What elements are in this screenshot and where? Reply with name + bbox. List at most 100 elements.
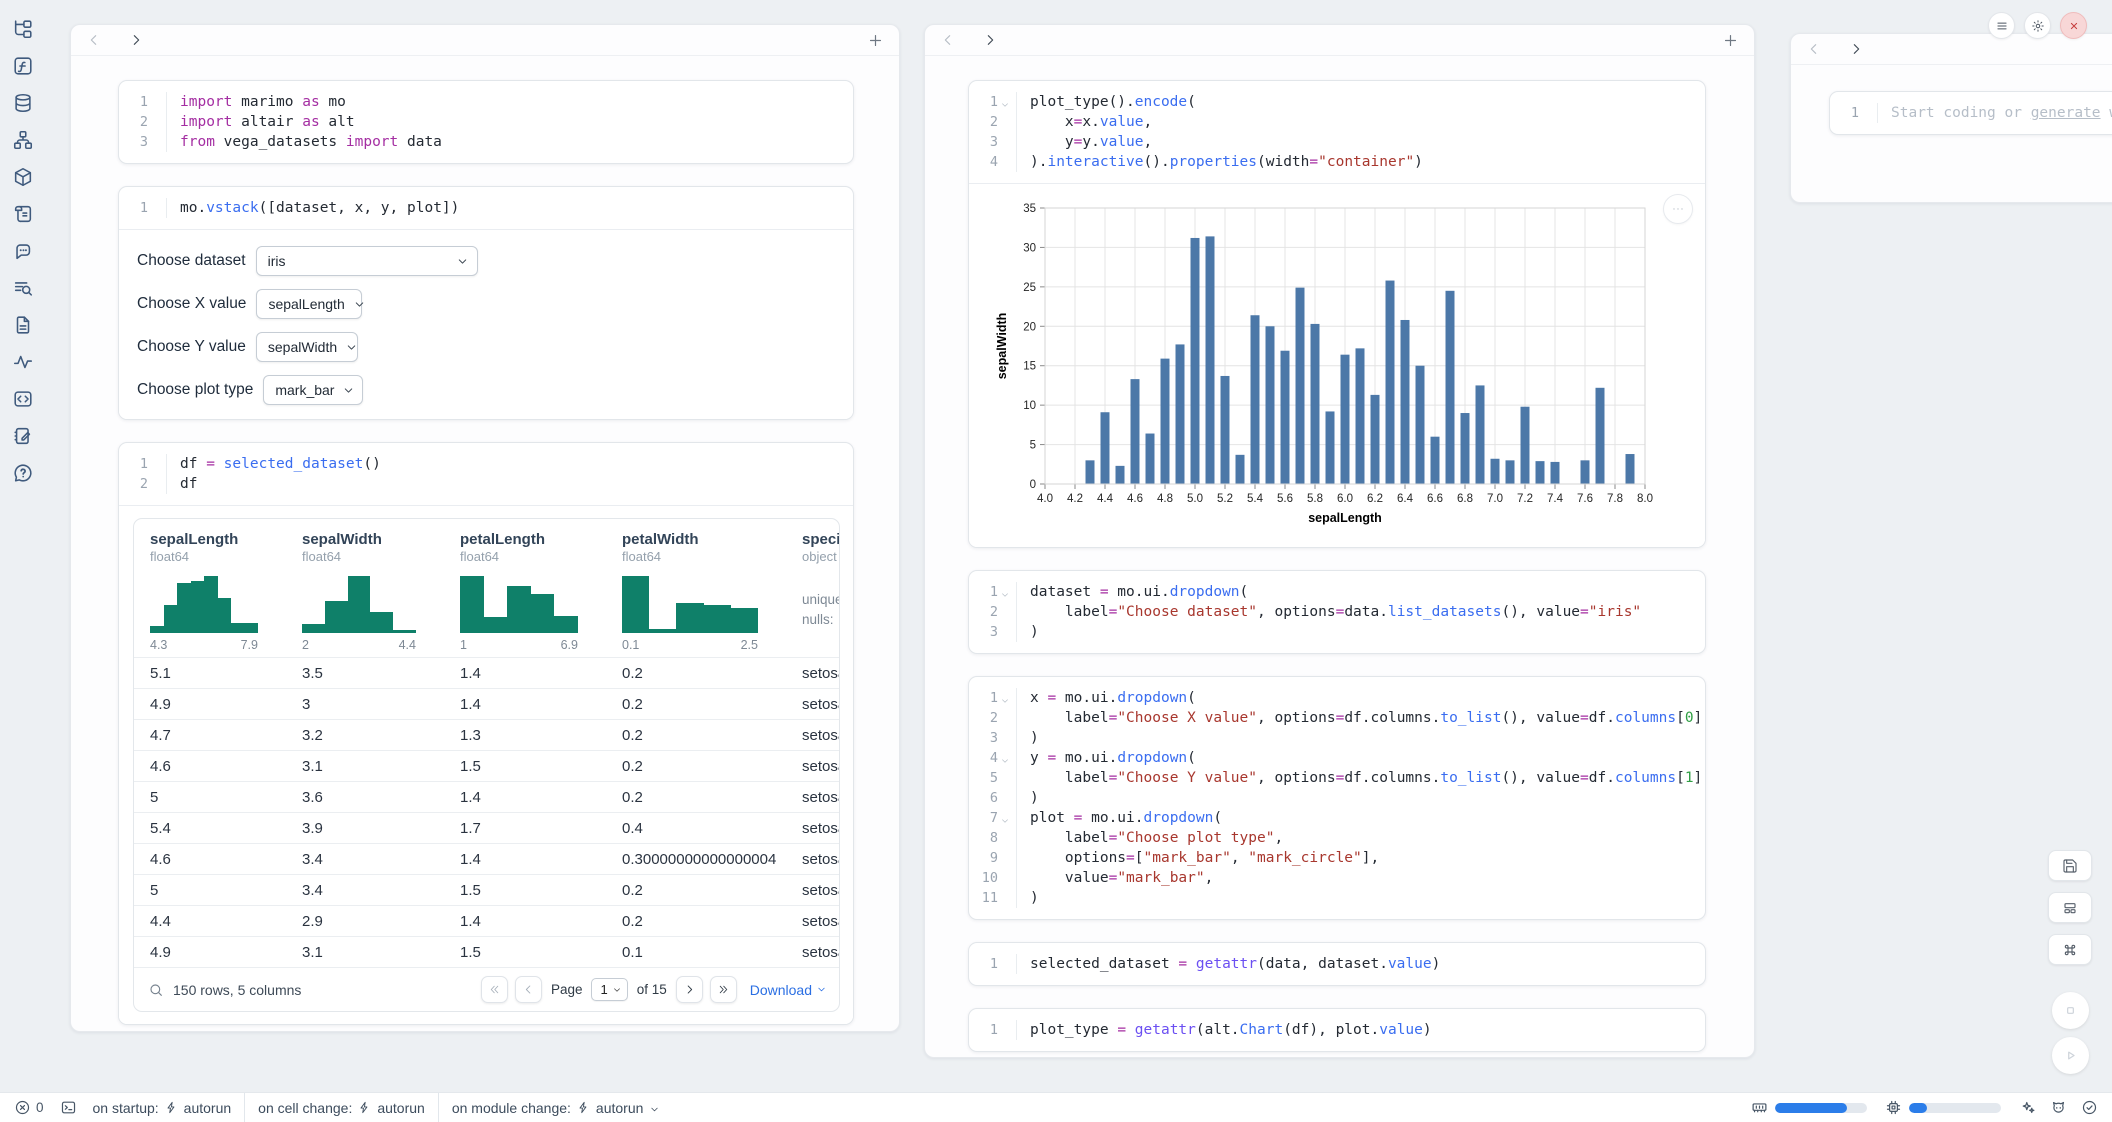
dependency-graph-icon[interactable] <box>12 129 34 151</box>
download-button[interactable]: Download <box>750 982 827 998</box>
table-column-header[interactable]: speciesobjectunique:nulls: <box>786 531 840 657</box>
table-row[interactable]: 4.93.11.50.1setosa <box>134 936 840 967</box>
add-cell-icon[interactable] <box>867 32 884 49</box>
run-config-startup[interactable]: on startup:autorun <box>93 1100 232 1116</box>
search-icon[interactable] <box>148 982 164 998</box>
errors-indicator[interactable]: 0 <box>14 1099 44 1116</box>
table-container: sepalLengthfloat644.37.9sepalWidthfloat6… <box>119 506 853 1024</box>
fold-chevron-icon[interactable] <box>1000 587 1010 597</box>
table-column-header[interactable]: sepalWidthfloat6424.4 <box>286 531 444 657</box>
previous-page-button[interactable] <box>515 976 542 1003</box>
chevron-right-icon[interactable] <box>982 32 998 48</box>
code-editor[interactable]: 1x = mo.ui.dropdown(2 label="Choose X va… <box>969 677 1705 919</box>
column-min-max: 24.4 <box>302 638 416 657</box>
chat-bot-icon[interactable] <box>12 240 34 262</box>
histogram-bar <box>622 576 649 633</box>
line-number: 11 <box>969 888 1017 908</box>
generate-link[interactable]: generate <box>2031 105 2101 121</box>
code-token: x <box>1030 114 1074 130</box>
save-icon[interactable] <box>2048 850 2092 881</box>
command-palette-icon[interactable] <box>2048 934 2092 965</box>
code-editor[interactable]: 1df = selected_dataset()2df <box>119 443 853 505</box>
run-config-module-change[interactable]: on module change:autorun <box>452 1100 661 1116</box>
table-row[interactable]: 4.73.21.30.2setosa <box>134 719 840 750</box>
cell-imports: 1import marimo as mo2import altair as al… <box>118 80 854 164</box>
next-page-button[interactable] <box>676 976 703 1003</box>
logs-scroll-icon[interactable] <box>12 203 34 225</box>
code-text: df = selected_dataset() <box>167 454 381 474</box>
table-row[interactable]: 5.13.51.40.2setosa <box>134 657 840 688</box>
y-value-select[interactable]: sepalWidth <box>256 332 358 362</box>
line-number: 8 <box>969 828 1017 848</box>
table-column-header[interactable]: petalLengthfloat6416.9 <box>444 531 606 657</box>
fold-chevron-icon[interactable] <box>1000 97 1010 107</box>
sepal-bar-chart[interactable]: 4.04.24.44.64.85.05.25.45.65.86.06.26.46… <box>993 198 1705 533</box>
code-editor[interactable]: 1selected_dataset = getattr(data, datase… <box>969 943 1705 985</box>
doc-search-icon[interactable] <box>12 277 34 299</box>
code-token: (). <box>1144 154 1170 170</box>
table-row[interactable]: 4.931.40.2setosa <box>134 688 840 719</box>
fold-chevron-icon[interactable] <box>1000 753 1010 763</box>
code-token: ( <box>1240 584 1249 600</box>
code-box-icon[interactable] <box>12 388 34 410</box>
table-row[interactable]: 53.61.40.2setosa <box>134 781 840 812</box>
file-tree-icon[interactable] <box>12 18 34 40</box>
run-config-cell-change[interactable]: on cell change:autorun <box>258 1100 425 1116</box>
snippets-icon[interactable] <box>12 314 34 336</box>
chevron-left-icon[interactable] <box>940 32 956 48</box>
code-token: alt <box>320 114 355 130</box>
package-icon[interactable] <box>12 166 34 188</box>
table-row[interactable]: 53.41.50.2setosa <box>134 874 840 905</box>
first-page-button[interactable] <box>481 976 508 1003</box>
connection-check-icon[interactable] <box>2081 1099 2098 1116</box>
code-token: (), value <box>1501 770 1580 786</box>
table-row[interactable]: 4.63.11.50.2setosa <box>134 750 840 781</box>
chevron-left-icon[interactable] <box>86 32 102 48</box>
code-editor[interactable]: 1plot_type = getattr(alt.Chart(df), plot… <box>969 1009 1705 1051</box>
code-editor[interactable]: 1plot_type().encode(2 x=x.value,3 y=y.va… <box>969 81 1705 183</box>
chevron-right-icon[interactable] <box>1848 41 1864 57</box>
svg-text:sepalLength: sepalLength <box>1308 511 1382 525</box>
column-min-max: 0.12.5 <box>622 638 758 657</box>
table-column-header[interactable]: petalWidthfloat640.12.5 <box>606 531 786 657</box>
activity-icon[interactable] <box>12 351 34 373</box>
add-cell-icon[interactable] <box>1722 32 1739 49</box>
last-page-button[interactable] <box>710 976 737 1003</box>
table-row[interactable]: 4.63.41.40.30000000000000004setosa <box>134 843 840 874</box>
chevron-right-icon[interactable] <box>128 32 144 48</box>
terminal-button[interactable] <box>60 1099 77 1116</box>
run-icon[interactable] <box>2052 1037 2089 1074</box>
cat-icon[interactable] <box>2050 1099 2067 1116</box>
layout-icon[interactable] <box>2048 892 2092 923</box>
plot-type-select[interactable]: mark_bar <box>263 375 363 405</box>
fold-chevron-icon[interactable] <box>1000 693 1010 703</box>
code-token: altair <box>232 114 302 130</box>
table-column-header[interactable]: sepalLengthfloat644.37.9 <box>134 531 286 657</box>
table-row[interactable]: 4.42.91.40.2setosa <box>134 905 840 936</box>
page-select[interactable]: 1 <box>591 978 627 1001</box>
chart-menu-icon[interactable] <box>1663 194 1693 224</box>
code-editor[interactable]: 1Start coding or generate with AI <box>1830 92 2112 134</box>
stop-icon[interactable] <box>2052 992 2089 1029</box>
fold-chevron-icon[interactable] <box>1000 813 1010 823</box>
database-icon[interactable] <box>12 92 34 114</box>
svg-text:4.4: 4.4 <box>1097 493 1114 505</box>
code-editor[interactable]: 1import marimo as mo2import altair as al… <box>119 81 853 163</box>
column-name: petalLength <box>460 531 606 548</box>
scratchpad-icon[interactable] <box>12 425 34 447</box>
code-editor[interactable]: 1mo.vstack([dataset, x, y, plot]) <box>119 187 853 229</box>
chevron-left-icon[interactable] <box>1806 41 1822 57</box>
close-icon[interactable] <box>2060 12 2087 39</box>
gear-icon[interactable] <box>2024 12 2051 39</box>
histogram-bar <box>218 598 232 633</box>
help-icon[interactable] <box>12 462 34 484</box>
column-max: 7.9 <box>241 638 258 652</box>
table-row[interactable]: 5.43.91.70.4setosa <box>134 812 840 843</box>
ai-sparkles-icon[interactable] <box>2019 1099 2036 1116</box>
dataset-select[interactable]: iris <box>256 246 478 276</box>
x-value-select[interactable]: sepalLength <box>256 289 362 319</box>
code-token: ( <box>1213 810 1222 826</box>
code-editor[interactable]: 1dataset = mo.ui.dropdown(2 label="Choos… <box>969 571 1705 653</box>
function-square-icon[interactable] <box>12 55 34 77</box>
menu-icon[interactable] <box>1988 12 2015 39</box>
